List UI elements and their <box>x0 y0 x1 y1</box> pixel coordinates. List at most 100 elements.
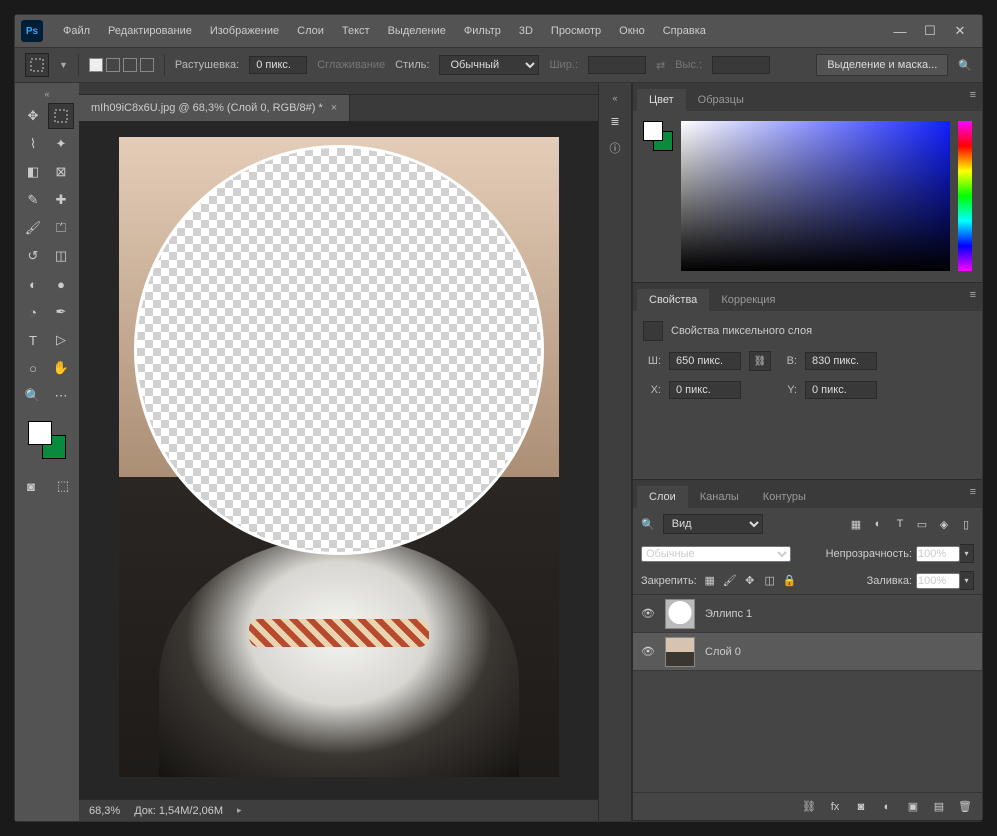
brush-tool[interactable]: 🖌 <box>20 215 46 241</box>
document-tab[interactable]: mIh09iC8x6U.jpg @ 68,3% (Слой 0, RGB/8#)… <box>79 95 350 121</box>
gradient-tool[interactable]: ◐ <box>20 271 46 297</box>
info-icon[interactable]: ⓘ <box>610 140 621 156</box>
stamp-tool[interactable]: ⏍ <box>48 215 74 241</box>
opacity-input[interactable] <box>916 546 960 562</box>
history-icon[interactable]: ≣ <box>610 115 619 128</box>
visibility-toggle[interactable]: 👁 <box>641 607 655 620</box>
menu-filter[interactable]: Фильтр <box>456 21 509 41</box>
adjustment-layer-icon[interactable]: ◐ <box>880 801 894 813</box>
blend-mode-select[interactable]: Обычные <box>641 546 791 562</box>
pen-tool[interactable]: ✒ <box>48 299 74 325</box>
app-logo[interactable]: Ps <box>21 20 43 42</box>
new-layer-icon[interactable]: ▤ <box>932 800 946 813</box>
zoom-tool[interactable]: 🔍 <box>20 383 46 409</box>
panel-menu-icon[interactable]: ≡ <box>970 486 976 498</box>
menu-image[interactable]: Изображение <box>202 21 287 41</box>
color-swatches[interactable] <box>28 421 66 459</box>
visibility-toggle[interactable]: 👁 <box>641 645 655 658</box>
tab-paths[interactable]: Контуры <box>751 486 818 508</box>
panel-menu-icon[interactable]: ≡ <box>970 89 976 101</box>
path-select-tool[interactable]: ▷ <box>48 327 74 353</box>
maximize-button[interactable]: ☐ <box>924 25 936 37</box>
filter-adjust-icon[interactable]: ◐ <box>870 518 886 531</box>
eraser-tool[interactable]: ◫ <box>48 243 74 269</box>
color-field[interactable] <box>681 121 950 271</box>
tab-layers[interactable]: Слои <box>637 486 688 508</box>
hand-tool[interactable]: ✋ <box>48 355 74 381</box>
layer-fx-icon[interactable]: fx <box>828 801 842 813</box>
eyedropper-tool[interactable]: ✎ <box>20 187 46 213</box>
healing-tool[interactable]: ✚ <box>48 187 74 213</box>
style-select[interactable]: Обычный <box>439 55 539 75</box>
document[interactable] <box>119 137 559 777</box>
more-tools[interactable]: ⋯ <box>48 383 74 409</box>
filter-smart-icon[interactable]: ◈ <box>936 518 952 531</box>
zoom-level[interactable]: 68,3% <box>89 805 120 817</box>
filter-toggle-icon[interactable]: ▯ <box>958 518 974 531</box>
menu-type[interactable]: Текст <box>334 21 378 41</box>
tab-color[interactable]: Цвет <box>637 89 686 111</box>
foreground-color-swatch[interactable] <box>28 421 52 445</box>
doc-size[interactable]: Док: 1,54M/2,06M <box>134 805 223 817</box>
close-tab-icon[interactable]: × <box>331 102 337 114</box>
layer-row[interactable]: 👁 Слой 0 <box>633 633 982 671</box>
filter-pixel-icon[interactable]: ▦ <box>848 518 864 531</box>
select-and-mask-button[interactable]: Выделение и маска... <box>816 54 948 76</box>
lock-pixels-icon[interactable]: ▦ <box>703 574 717 587</box>
history-brush-tool[interactable]: ↺ <box>20 243 46 269</box>
fg-swatch[interactable] <box>643 121 663 141</box>
menu-window[interactable]: Окно <box>611 21 653 41</box>
x-input[interactable] <box>669 381 741 399</box>
dodge-tool[interactable]: ◔ <box>20 299 46 325</box>
panel-menu-icon[interactable]: ≡ <box>970 289 976 301</box>
frame-tool[interactable]: ⊠ <box>48 159 74 185</box>
height-input[interactable] <box>805 352 877 370</box>
group-icon[interactable]: ▣ <box>906 800 920 813</box>
fill-input[interactable] <box>916 573 960 589</box>
lasso-tool[interactable]: ⌇ <box>20 131 46 157</box>
expand-icon[interactable]: « <box>612 93 617 103</box>
type-tool[interactable]: T <box>20 327 46 353</box>
opacity-dropdown[interactable]: ▾ <box>960 544 974 563</box>
close-button[interactable]: ✕ <box>954 25 966 37</box>
magic-wand-tool[interactable]: ✦ <box>48 131 74 157</box>
filter-type-icon[interactable]: T <box>892 518 908 531</box>
selection-new[interactable] <box>89 58 103 72</box>
hue-slider[interactable] <box>958 121 972 271</box>
lock-position-icon[interactable]: ✥ <box>743 574 757 587</box>
menu-edit[interactable]: Редактирование <box>100 21 200 41</box>
layer-row[interactable]: 👁 Эллипс 1 <box>633 595 982 633</box>
shape-tool[interactable]: ○ <box>20 355 46 381</box>
link-wh-button[interactable]: ⛓ <box>749 351 771 371</box>
screenmode-toggle[interactable]: ⬚ <box>50 473 76 499</box>
menu-help[interactable]: Справка <box>655 21 714 41</box>
crop-tool[interactable]: ◧ <box>20 159 46 185</box>
y-input[interactable] <box>805 381 877 399</box>
lock-paint-icon[interactable]: 🖌 <box>723 574 737 587</box>
menu-layer[interactable]: Слои <box>289 21 332 41</box>
minimize-button[interactable]: — <box>894 25 906 37</box>
menu-select[interactable]: Выделение <box>380 21 454 41</box>
delete-layer-icon[interactable]: 🗑 <box>958 800 972 813</box>
tab-adjustments[interactable]: Коррекция <box>709 289 787 311</box>
lock-all-icon[interactable]: 🔒 <box>783 574 797 587</box>
blur-tool[interactable]: ● <box>48 271 74 297</box>
layer-thumbnail[interactable] <box>665 637 695 667</box>
selection-intersect[interactable] <box>140 58 154 72</box>
feather-input[interactable] <box>249 56 307 74</box>
color-mini-swatches[interactable] <box>643 121 673 151</box>
fill-dropdown[interactable]: ▾ <box>960 571 974 590</box>
layer-name[interactable]: Эллипс 1 <box>705 608 752 620</box>
menu-file[interactable]: Файл <box>55 21 98 41</box>
selection-add[interactable] <box>106 58 120 72</box>
quickmask-toggle[interactable]: ◙ <box>18 473 44 499</box>
marquee-tool[interactable] <box>48 103 74 129</box>
layer-mask-icon[interactable]: ◙ <box>854 801 868 813</box>
lock-artboard-icon[interactable]: ◫ <box>763 574 777 587</box>
tab-swatches[interactable]: Образцы <box>686 89 756 111</box>
width-input[interactable] <box>669 352 741 370</box>
tab-channels[interactable]: Каналы <box>688 486 751 508</box>
menu-3d[interactable]: 3D <box>511 21 541 41</box>
marquee-tool-indicator[interactable] <box>25 53 49 77</box>
layer-name[interactable]: Слой 0 <box>705 646 741 658</box>
